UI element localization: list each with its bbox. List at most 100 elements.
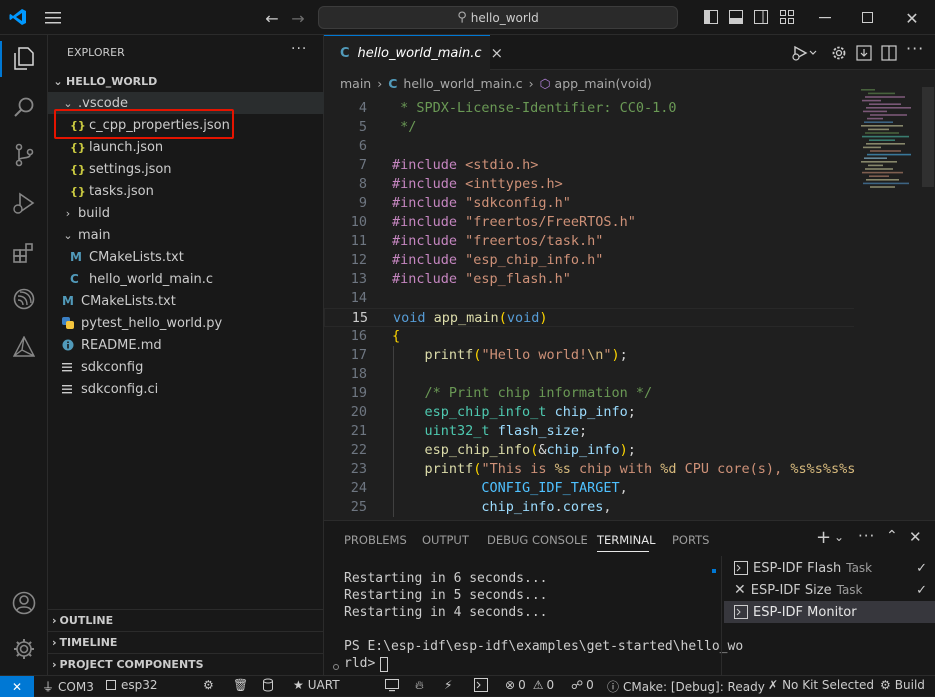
tree-item-main[interactable]: ⌄ main [48, 224, 324, 246]
panel-more-icon[interactable]: ··· [858, 527, 875, 545]
minimize-icon[interactable] [815, 8, 835, 28]
maximize-panel-icon[interactable]: ⌃ [886, 528, 898, 544]
files-icon[interactable] [10, 45, 38, 73]
monitor-icon[interactable] [385, 678, 399, 692]
arrow-right-icon[interactable]: → [288, 8, 308, 28]
line-number: 5 [358, 119, 367, 135]
close-panel-icon[interactable]: ✕ [909, 528, 922, 546]
cmake-status-icon: ⓘ [607, 680, 620, 694]
explorer-header: EXPLORER [67, 46, 125, 59]
database-icon[interactable] [263, 678, 273, 692]
tree-item-sdkconfig[interactable]: sdkconfig [48, 356, 324, 378]
tree-item-vscode[interactable]: ⌄ .vscode [48, 92, 324, 114]
code-text: /* Print chip information */ [392, 385, 653, 401]
customize-layout-icon[interactable] [779, 9, 795, 25]
tree-item-label: sdkconfig [81, 359, 144, 375]
status-port[interactable]: ⏚ COM3 [42, 678, 94, 695]
terminal-line: Restarting in 6 seconds... [344, 571, 548, 586]
minimap[interactable] [859, 87, 921, 197]
tree-item-launch-json[interactable]: {} launch.json [48, 136, 324, 158]
flash-icon[interactable]: ⚡︎ [444, 678, 452, 692]
tab-ports[interactable]: PORTS [672, 533, 709, 547]
task-suffix: Task [836, 583, 863, 597]
section-timeline[interactable]: › TIMELINE [48, 631, 324, 653]
breadcrumb-item[interactable]: app_main(void) [555, 76, 652, 91]
toggle-sidebar-icon[interactable] [703, 9, 719, 25]
status-flash-method[interactable]: ★ UART [293, 678, 340, 692]
command-center-search[interactable]: ⚲ hello_world [318, 6, 678, 29]
close-window-icon[interactable]: ✕ [902, 8, 922, 28]
task-monitor[interactable]: ESP-IDF Monitor [724, 601, 935, 623]
workspace-root[interactable]: ⌄ HELLO_WORLD [48, 70, 324, 92]
source-control-icon[interactable] [10, 141, 38, 169]
tree-item-sdkconfig-ci[interactable]: sdkconfig.ci [48, 378, 324, 400]
toggle-panel-icon[interactable] [728, 9, 744, 25]
tab-debug-console[interactable]: DEBUG CONSOLE [487, 533, 588, 547]
gear-icon[interactable] [10, 635, 38, 663]
account-icon[interactable] [10, 589, 38, 617]
tab-problems[interactable]: PROBLEMS [344, 533, 407, 547]
flame-icon[interactable]: 🔥︎ [415, 678, 424, 693]
code-line: 4 * SPDX-License-Identifier: CC0-1.0 [324, 99, 854, 118]
line-number: 21 [350, 423, 367, 439]
status-problems[interactable]: ⊗ 0 ⚠ 0 [505, 678, 554, 692]
extensions-icon[interactable] [10, 239, 38, 267]
espressif-icon[interactable] [10, 285, 38, 313]
run-debug-dropdown-icon[interactable] [790, 43, 820, 63]
tools-icon: ✕ [734, 582, 746, 598]
line-number: 11 [350, 233, 367, 249]
tree-item-tasks-json[interactable]: {} tasks.json [48, 180, 324, 202]
status-build[interactable]: ⚙ Build [880, 678, 925, 692]
section-outline[interactable]: › OUTLINE [48, 609, 324, 631]
gear-icon[interactable] [829, 43, 849, 63]
tree-item-readme[interactable]: README.md [48, 334, 324, 356]
trash-icon[interactable]: 🗑︎ [233, 678, 248, 692]
tree-item-c-cpp-properties[interactable]: {} c_cpp_properties.json [48, 114, 324, 136]
tab-terminal[interactable]: TERMINAL [597, 533, 655, 547]
breadcrumb-item[interactable]: main [340, 76, 371, 91]
open-preview-icon[interactable] [854, 43, 874, 63]
split-editor-icon[interactable] [879, 43, 899, 63]
status-kit[interactable]: ✗ No Kit Selected [768, 678, 874, 692]
search-activity-icon[interactable] [10, 93, 38, 121]
tree-item-root-cmakelists[interactable]: M CMakeLists.txt [48, 290, 324, 312]
info-file-icon [62, 339, 76, 351]
hamburger-icon[interactable] [42, 8, 64, 28]
gear-icon[interactable]: ⚙ [203, 678, 214, 692]
tree-item-pytest[interactable]: pytest_hello_world.py [48, 312, 324, 334]
tab-output[interactable]: OUTPUT [422, 533, 469, 547]
close-tab-icon[interactable]: × [491, 44, 504, 62]
tree-item-main-cmakelists[interactable]: M CMakeLists.txt [48, 246, 324, 268]
explorer-more-icon[interactable]: ··· [291, 41, 307, 57]
tree-item-settings-json[interactable]: {} settings.json [48, 158, 324, 180]
cmake-file-icon: M [62, 294, 74, 308]
error-count: 0 [518, 678, 526, 692]
new-terminal-icon[interactable]: + [816, 527, 831, 548]
cmake-icon[interactable] [10, 333, 38, 361]
task-flash[interactable]: ESP-IDF Flash Task ✓ [724, 557, 935, 579]
toggle-secondary-sidebar-icon[interactable] [753, 9, 769, 25]
status-ports[interactable]: ☍ 0 [571, 678, 594, 692]
editor-more-icon[interactable]: ··· [906, 39, 924, 58]
run-debug-icon[interactable] [10, 189, 38, 217]
decoration-circle-icon [333, 664, 339, 670]
status-cmake[interactable]: ⓘ CMake: [Debug]: Ready [607, 678, 765, 695]
tab-hello-world-main[interactable]: C hello_world_main.c × [324, 35, 503, 70]
tree-item-hello-world-main[interactable]: C hello_world_main.c [48, 268, 324, 290]
tree-item-build[interactable]: › build [48, 202, 324, 224]
maximize-icon[interactable] [858, 8, 878, 28]
section-project-components[interactable]: › PROJECT COMPONENTS [48, 653, 324, 675]
minimap-stroke [862, 99, 881, 102]
terminal[interactable]: Restarting in 6 seconds... Restarting in… [324, 561, 743, 676]
remote-indicator-icon[interactable]: ✕ [0, 676, 34, 697]
task-size[interactable]: ✕ ESP-IDF Size Task ✓ [724, 579, 935, 601]
terminal-icon[interactable] [474, 678, 488, 692]
status-target[interactable]: esp32 [105, 678, 158, 692]
vscode-logo-icon[interactable] [8, 7, 28, 27]
line-number: 6 [358, 138, 367, 154]
chevron-down-icon[interactable]: ⌄ [834, 530, 844, 544]
breadcrumb-item[interactable]: hello_world_main.c [403, 76, 522, 91]
code-area[interactable]: 4 * SPDX-License-Identifier: CC0-1.0 5 */… [324, 99, 854, 520]
scrollbar[interactable] [922, 87, 934, 187]
arrow-left-icon[interactable]: ← [262, 8, 282, 28]
